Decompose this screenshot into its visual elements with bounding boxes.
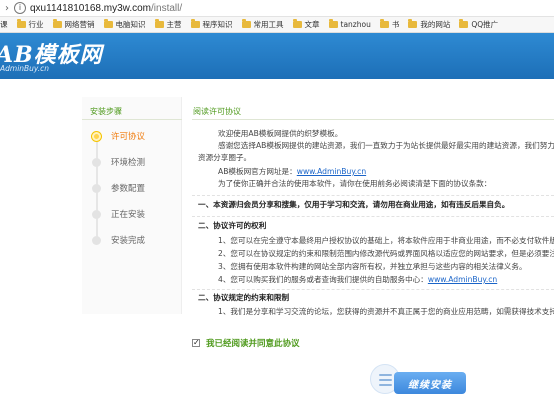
bookmarks-bar: 课 行业 网络营销 电脑知识 主营 程序知识 常用工具 文章 tanzhou 书 我的网站 QQ推广 — [0, 17, 554, 33]
agreement-text: 4、您可以购买我们的服务或者查询我们提供的自助服务中心： — [218, 275, 428, 284]
bookmark-label: tanzhou — [340, 20, 371, 29]
main-title: 阅读许可协议 — [193, 107, 241, 116]
service-center-link[interactable]: www.AdminBuy.cn — [428, 275, 497, 284]
folder-icon — [154, 19, 164, 28]
bookmark-item[interactable]: 我的网站 — [408, 19, 450, 30]
bookmark-item[interactable]: tanzhou — [328, 19, 371, 29]
folder-icon — [408, 19, 418, 28]
bookmark-item[interactable]: 电脑知识 — [103, 19, 146, 30]
folder-icon — [459, 19, 469, 28]
agreement-paragraph: 3、您拥有使用本软件构建的网站全部内容所有权，并独立承担与这些内容的相关法律义务… — [218, 262, 527, 271]
bookmark-label: 程序知识 — [202, 20, 233, 29]
divider — [192, 289, 554, 290]
continue-install-label: 继续安装 — [394, 372, 466, 394]
divider — [192, 216, 554, 217]
bookmark-item[interactable]: 行业 — [16, 19, 44, 30]
address-bar[interactable]: › i qxu1141810168.my3w.com/install/ — [0, 0, 554, 17]
agreement-paragraph: 4、您可以购买我们的服务或者查询我们提供的自助服务中心：www.AdminBuy… — [218, 274, 497, 285]
agree-checkbox-row[interactable]: ✓ 我已经阅读并同意此协议 — [192, 337, 300, 349]
bookmark-label: 常用工具 — [253, 20, 284, 29]
agreement-heading: 二、协议许可的权利 — [198, 221, 267, 230]
bookmark-label: 文章 — [304, 20, 320, 29]
step-dot-icon — [92, 183, 101, 193]
bookmark-item[interactable]: QQ推广 — [459, 19, 498, 30]
bookmark-item[interactable]: 常用工具 — [241, 19, 284, 30]
folder-icon — [292, 19, 302, 28]
continue-install-button[interactable]: 继续安装 — [370, 364, 466, 400]
bookmark-item[interactable]: 文章 — [292, 19, 320, 30]
bookmark-item[interactable]: 程序知识 — [190, 19, 233, 30]
agreement-paragraph: 2、您可以在协议规定的约束和限制范围内修改源代码或界面风格以适应您的网站要求，但… — [218, 249, 554, 258]
agree-label[interactable]: 我已经阅读并同意此协议 — [206, 337, 300, 349]
site-header: AB模板网 AdminBuy.cn — [0, 33, 554, 79]
agreement-paragraph: AB模板网官方网址是：www.AdminBuy.cn — [218, 166, 366, 177]
agreement-paragraph: 1、您可以在完全遵守本最终用户授权协议的基础上，将本软件应用于非商业用途，而不必… — [218, 236, 554, 245]
install-steps-sidebar: 安装步骤 许可协议 环境检测 参数配置 正在安装 安装完成 — [82, 97, 182, 314]
divider — [192, 119, 554, 120]
step-license: 许可协议 — [92, 130, 145, 142]
agreement-paragraph: 欢迎使用AB模板网提供的织梦模板。 — [218, 129, 343, 138]
bookmark-label: 行业 — [28, 20, 44, 29]
agreement-text: AB模板网官方网址是： — [218, 167, 297, 176]
forward-icon[interactable]: › — [0, 3, 14, 14]
license-agreement-text[interactable]: 欢迎使用AB模板网提供的织梦模板。 感谢您选择AB模板网提供的建站资源，我们一直… — [192, 124, 554, 316]
folder-icon — [103, 19, 113, 28]
step-label: 正在安装 — [111, 210, 146, 220]
folder-icon — [379, 19, 389, 28]
step-complete: 安装完成 — [92, 234, 145, 246]
site-logo-subtitle: AdminBuy.cn — [0, 64, 50, 73]
bookmark-item[interactable]: 主营 — [154, 19, 182, 30]
url-text[interactable]: qxu1141810168.my3w.com/install/ — [30, 3, 182, 14]
bookmark-item[interactable]: 书 — [379, 19, 400, 30]
folder-icon — [328, 19, 338, 28]
bookmark-label: 电脑知识 — [115, 20, 146, 29]
step-environment-check: 环境检测 — [92, 156, 145, 168]
agreement-paragraph: 感谢您选择AB模板网提供的建站资源，我们一直致力于为站长提供最好最实用的建站资源… — [218, 141, 554, 150]
step-installing: 正在安装 — [92, 208, 145, 220]
folder-icon — [52, 19, 62, 28]
agreement-heading: 一、本资源归会员分享和搜集，仅用于学习和交流，请勿用在商业用途，如有违反后果自负… — [198, 200, 510, 209]
step-label: 参数配置 — [111, 184, 146, 194]
step-label: 环境检测 — [111, 158, 146, 168]
step-dot-icon — [92, 235, 101, 245]
bookmark-item[interactable]: 课 — [0, 19, 8, 30]
bookmark-label: QQ推广 — [471, 20, 499, 29]
step-dot-icon — [92, 157, 101, 167]
sidebar-title: 安装步骤 — [90, 107, 122, 116]
folder-icon — [16, 19, 26, 28]
agreement-paragraph: 1、我们是分享和学习交流的论坛，您获得的资源并不真正属于您的商业应用范畴，如需获… — [218, 307, 554, 316]
step-dot-icon — [92, 131, 101, 141]
step-dot-icon — [92, 209, 101, 219]
bookmark-item[interactable]: 网络营销 — [52, 19, 95, 30]
bookmark-label: 书 — [391, 20, 400, 29]
official-site-link[interactable]: www.AdminBuy.cn — [297, 167, 366, 176]
agreement-paragraph: 为了使你正确并合法的使用本软件，请你在使用前务必阅读清楚下面的协议条款： — [218, 179, 492, 188]
step-config: 参数配置 — [92, 182, 145, 194]
folder-icon — [241, 19, 251, 28]
url-host: qxu1141810168.my3w.com — [30, 2, 152, 14]
divider — [82, 119, 182, 120]
divider — [192, 195, 554, 196]
step-label: 许可协议 — [111, 132, 146, 142]
folder-icon — [190, 19, 200, 28]
bookmark-label: 主营 — [166, 20, 182, 29]
agree-checkbox[interactable]: ✓ — [192, 339, 200, 347]
bookmark-label: 课 — [0, 20, 8, 29]
url-path: /install/ — [151, 2, 183, 14]
bookmark-label: 网络营销 — [64, 20, 95, 29]
info-icon[interactable]: i — [14, 2, 26, 14]
bookmark-label: 我的网站 — [420, 20, 451, 29]
step-label: 安装完成 — [111, 236, 146, 246]
agreement-heading: 二、协议规定的约束和限制 — [198, 293, 290, 302]
agreement-paragraph: 资源分享圈子。 — [198, 153, 252, 162]
